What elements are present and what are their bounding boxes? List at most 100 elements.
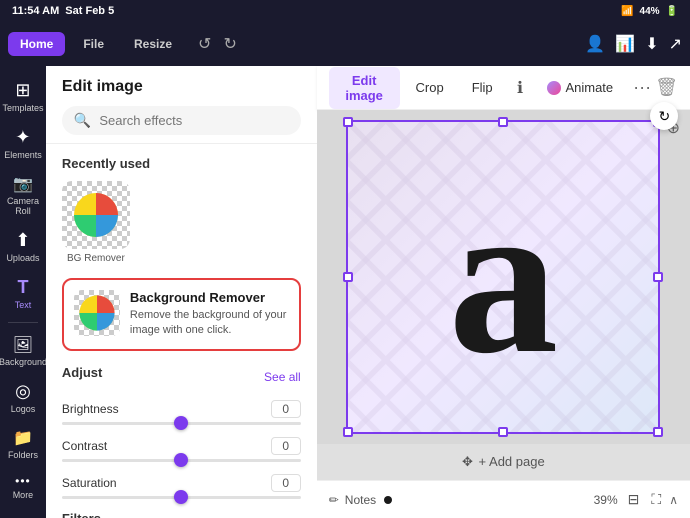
flip-toolbar-button[interactable]: Flip xyxy=(460,74,505,101)
toolbar-more-button[interactable]: ··· xyxy=(633,77,651,98)
zoom-controls: 39% ⊟ ⛶ ∧ xyxy=(594,489,678,510)
bg-remover-card-text: Background Remover Remove the background… xyxy=(130,290,289,339)
sidebar-folders-label: Folders xyxy=(8,450,38,460)
effects-panel-header: Edit image 🔍 xyxy=(46,66,317,144)
canvas-main: ⧉ ⊕ xyxy=(317,110,690,444)
sidebar-elements-label: Elements xyxy=(4,150,42,160)
sidebar-item-templates[interactable]: ⊞ Templates xyxy=(1,74,45,119)
saturation-value: 0 xyxy=(271,474,301,492)
bg-remover-card[interactable]: Background Remover Remove the background… xyxy=(62,278,301,351)
chevron-up-icon[interactable]: ∧ xyxy=(669,493,678,507)
adjust-label: Adjust xyxy=(62,365,102,380)
sidebar-item-elements[interactable]: ✦ Elements xyxy=(1,121,45,166)
main-layout: ⊞ Templates ✦ Elements 📷 Camera Roll ⬆ U… xyxy=(0,66,690,518)
sidebar-item-text[interactable]: T Text xyxy=(1,271,45,316)
zoom-out-button[interactable]: ⊟ xyxy=(624,489,644,510)
top-nav: Home File Resize ↺ ↻ 👤 📊 ⬇ ↗ xyxy=(0,22,690,66)
expand-button[interactable]: ⛶ xyxy=(649,489,663,510)
sidebar-item-background[interactable]: 🖼 Background xyxy=(1,329,45,373)
adjust-see-all[interactable]: See all xyxy=(264,370,301,384)
status-bar: 11:54 AM Sat Feb 5 📶 44% 🔋 xyxy=(0,0,690,22)
recently-used-list: BG Remover xyxy=(62,181,301,264)
add-page-text: ✥ + Add page xyxy=(462,454,545,470)
saturation-slider[interactable] xyxy=(62,496,301,499)
resize-nav-button[interactable]: Resize xyxy=(122,32,184,56)
sidebar-uploads-label: Uploads xyxy=(6,253,39,263)
sidebar-divider xyxy=(8,322,38,323)
share-icon[interactable]: ↗ xyxy=(669,34,682,54)
bg-remover-card-description: Remove the background of your image with… xyxy=(130,308,289,339)
wifi-icon: 📶 xyxy=(621,6,633,17)
text-icon: T xyxy=(17,277,28,298)
bottom-bar: ✏ Notes 39% ⊟ ⛶ ∧ xyxy=(317,480,690,518)
notes-pencil-icon: ✏ xyxy=(329,493,339,507)
battery-icon: 🔋 xyxy=(666,6,678,17)
notes-button[interactable]: ✏ Notes xyxy=(329,493,376,507)
contrast-thumb[interactable] xyxy=(174,453,188,467)
elements-icon: ✦ xyxy=(15,127,30,148)
color-ball-svg xyxy=(71,190,121,240)
toolbar-delete-button[interactable]: 🗑 xyxy=(655,77,678,98)
undo-button[interactable]: ↺ xyxy=(194,32,215,56)
download-icon[interactable]: ⬇ xyxy=(645,34,658,54)
handle-br[interactable] xyxy=(653,427,663,437)
filters-header: Filters See all xyxy=(62,511,301,518)
handle-bl[interactable] xyxy=(343,427,353,437)
saturation-item: Saturation 0 xyxy=(62,474,301,499)
canvas-area: Edit image Crop Flip ℹ Animate ··· 🗑 ⧉ ⊕ xyxy=(317,66,690,518)
templates-icon: ⊞ xyxy=(15,80,30,101)
status-time: 11:54 AM xyxy=(12,5,59,17)
handle-mr[interactable] xyxy=(653,272,663,282)
sidebar-text-label: Text xyxy=(15,300,32,310)
contrast-item: Contrast 0 xyxy=(62,437,301,462)
bg-remover-label: BG Remover xyxy=(67,253,125,264)
camera-icon: 📷 xyxy=(13,174,33,194)
brightness-label: Brightness xyxy=(62,402,119,416)
search-input[interactable] xyxy=(99,113,288,128)
stats-icon[interactable]: 📊 xyxy=(615,34,635,54)
search-bar: 🔍 xyxy=(62,106,301,135)
contrast-label: Contrast xyxy=(62,439,107,453)
sidebar-item-more[interactable]: ••• More xyxy=(1,468,45,506)
redo-button[interactable]: ↻ xyxy=(219,32,240,56)
handle-ml[interactable] xyxy=(343,272,353,282)
share-profile-icon[interactable]: 👤 xyxy=(585,34,605,54)
animate-toolbar-button[interactable]: Animate xyxy=(535,74,625,101)
sidebar-item-folders[interactable]: 📁 Folders xyxy=(1,422,45,466)
file-nav-button[interactable]: File xyxy=(71,32,116,56)
effects-content: Recently used BG Remover xyxy=(46,144,317,518)
brightness-value: 0 xyxy=(271,400,301,418)
effects-panel-title: Edit image xyxy=(62,78,301,96)
sidebar-item-camera-roll[interactable]: 📷 Camera Roll xyxy=(1,168,45,222)
contrast-slider[interactable] xyxy=(62,459,301,462)
zoom-value: 39% xyxy=(594,493,618,507)
canvas-letter: a xyxy=(358,132,648,422)
bg-remover-thumb-img xyxy=(62,181,130,249)
add-page-cursor-icon: ✥ xyxy=(462,454,473,469)
canvas-image-wrapper: ↻ a xyxy=(358,132,648,422)
crop-toolbar-button[interactable]: Crop xyxy=(404,74,456,101)
add-page-bar[interactable]: ✥ + Add page xyxy=(317,444,690,480)
sidebar-background-label: Background xyxy=(0,357,46,367)
effects-panel: Edit image 🔍 Recently used xyxy=(46,66,317,518)
adjust-header: Adjust See all xyxy=(62,365,301,390)
handle-bm[interactable] xyxy=(498,427,508,437)
brightness-slider[interactable] xyxy=(62,422,301,425)
contrast-value: 0 xyxy=(271,437,301,455)
recently-used-label: Recently used xyxy=(62,156,301,171)
sidebar-more-label: More xyxy=(13,490,34,500)
saturation-thumb[interactable] xyxy=(174,490,188,504)
brightness-thumb[interactable] xyxy=(174,416,188,430)
animate-circle-icon xyxy=(547,81,561,95)
edit-image-toolbar-button[interactable]: Edit image xyxy=(329,67,400,109)
sidebar-item-uploads[interactable]: ⬆ Uploads xyxy=(1,224,45,269)
sidebar-item-logos[interactable]: ◎ Logos xyxy=(1,375,45,420)
page-dot-indicator xyxy=(384,496,392,504)
home-nav-button[interactable]: Home xyxy=(8,32,65,56)
handle-tm[interactable] xyxy=(498,117,508,127)
handle-tl[interactable] xyxy=(343,117,353,127)
bg-remover-thumb[interactable]: BG Remover xyxy=(62,181,130,264)
info-toolbar-button[interactable]: ℹ xyxy=(509,72,532,104)
more-icon: ••• xyxy=(15,474,31,488)
saturation-label: Saturation xyxy=(62,476,117,490)
